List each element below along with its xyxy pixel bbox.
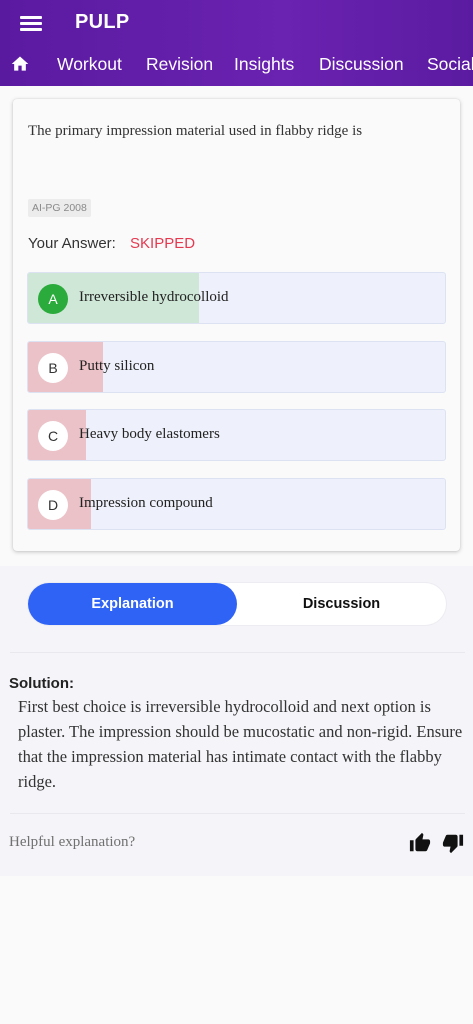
option-b[interactable]: B Putty silicon (27, 341, 446, 393)
question-card: The primary impression material used in … (13, 99, 460, 551)
tab-workout[interactable]: Workout (57, 54, 122, 75)
option-letter: A (38, 284, 68, 314)
option-text: Irreversible hydrocolloid (79, 289, 229, 305)
question-text: The primary impression material used in … (28, 123, 363, 139)
tab-revision[interactable]: Revision (146, 54, 213, 75)
option-letter: C (38, 421, 68, 451)
solution-text: First best choice is irreversible hydroc… (18, 697, 463, 791)
tab-social[interactable]: Social (427, 54, 473, 75)
top-app-bar: PULP Workout Revision Insights Discussio… (0, 0, 473, 86)
hamburger-menu-icon[interactable] (20, 12, 44, 34)
divider (10, 813, 465, 814)
your-answer: Your Answer: SKIPPED (28, 235, 195, 252)
divider (10, 652, 465, 653)
option-d[interactable]: D Impression compound (27, 478, 446, 530)
helpful-prompt: Helpful explanation? (9, 834, 136, 850)
your-answer-status: SKIPPED (130, 235, 196, 252)
option-c[interactable]: C Heavy body elastomers (27, 409, 446, 461)
explanation-discussion-toggle: Explanation Discussion (28, 583, 446, 625)
solution-heading: Solution: (9, 675, 74, 692)
source-tag: AI-PG 2008 (28, 199, 91, 217)
option-text: Putty silicon (79, 358, 155, 374)
explanation-tab-button[interactable]: Explanation (28, 583, 237, 625)
option-text: Heavy body elastomers (79, 426, 220, 442)
tab-insights[interactable]: Insights (234, 54, 294, 75)
discussion-tab-button[interactable]: Discussion (237, 583, 446, 625)
home-icon[interactable] (10, 54, 30, 74)
tab-bar: Workout Revision Insights Discussion Soc… (0, 44, 473, 86)
thumbs-down-icon[interactable] (442, 832, 464, 854)
your-answer-label: Your Answer: (28, 235, 116, 252)
app-title: PULP (75, 11, 130, 33)
thumbs-up-icon[interactable] (409, 832, 431, 854)
option-letter: D (38, 490, 68, 520)
option-letter: B (38, 353, 68, 383)
option-a[interactable]: A Irreversible hydrocolloid (27, 272, 446, 324)
tab-discussion[interactable]: Discussion (319, 54, 404, 75)
option-text: Impression compound (79, 495, 213, 511)
